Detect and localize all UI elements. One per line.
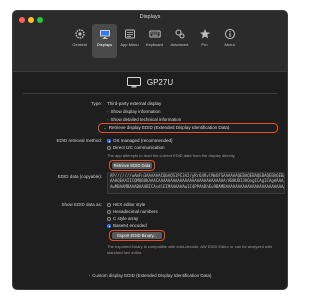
window-title: Displays [139,14,161,20]
radio-unselected-icon [107,145,111,150]
keyboard-icon [148,30,161,38]
show-display-info-label: Show display information [110,109,161,114]
radio-unselected-icon [107,216,111,221]
settings-tabs: General Displays App Menu Keyboard Advan… [67,24,242,60]
tab-label: Keyboard [145,42,164,47]
type-value: Third-party external display [107,101,162,106]
radio-os-managed[interactable]: OS managed (recommended) [107,138,173,143]
tab-displays[interactable]: Displays [92,24,117,58]
tab-label: Displays [96,42,113,47]
tab-label: Advanced [170,42,189,47]
radio-unselected-icon [107,209,111,214]
radio-hex-numbers[interactable]: Hexadecimal numbers [107,209,158,214]
custom-edid-section-label: Custom display EDID (Extended Display Id… [92,273,212,278]
tab-label: Pro [201,42,208,47]
show-display-info-toggle[interactable]: › Show display information [107,109,161,114]
tab-general[interactable]: General [67,24,92,58]
radio-label: HEX editor style [113,202,146,207]
retrieval-note: The app attempts to read the current EDI… [107,153,236,158]
radio-unselected-icon [107,202,111,207]
app-menu-icon [124,29,135,39]
tab-about[interactable]: About [217,24,242,58]
radio-base64[interactable]: Base64 encoded [107,223,147,228]
edid-data-label: EDID data (copyable): [57,174,102,179]
export-note-line1: The exported binary is compatible with e… [107,244,273,249]
type-label: Type: [90,101,102,106]
radio-label: OS managed (recommended) [113,138,173,143]
disclosure-arrow-icon: ⌄ [103,125,107,130]
retrieve-edid-section-toggle[interactable]: ⌄ Retrieve display EDID (Extended Display… [103,125,229,131]
show-detailed-info-toggle[interactable]: › Show detailed technical information [107,117,181,122]
show-edid-label: Show EDID data as: [61,202,102,207]
displays-settings-window: Displays General Displays App Menu Keybo… [12,10,288,290]
radio-label: C style array [113,216,139,221]
custom-edid-section-toggle[interactable]: › Custom display EDID (Extended Display I… [13,273,287,278]
section-divider [23,93,277,94]
radio-c-array[interactable]: C style array [107,216,138,221]
radio-label: Base64 encoded [113,223,147,228]
display-icon [99,30,110,39]
tab-label: App Menu [120,42,139,47]
export-note-line2: standard hex editor. [107,250,143,255]
gear-icon [74,29,85,39]
monitor-header: GP27U [13,75,287,89]
tab-label: About [224,42,235,47]
pro-icon [199,29,210,39]
edid-data-line: AwMBAAMBAAABAAABICAsdlEIMAAAAAAw1I4PPAhD… [110,183,285,189]
tab-label: General [72,42,87,47]
monitor-name: GP27U [146,77,174,87]
tab-app-menu[interactable]: App Menu [117,24,142,58]
disclosure-arrow-icon: › [107,109,109,114]
retrieve-edid-section-label: Retrieve display EDID (Extended Display … [108,125,230,130]
export-edid-binary-button[interactable]: Export EDID Binary... [112,232,162,239]
advanced-icon [174,29,184,39]
disclosure-arrow-icon: › [88,273,91,278]
retrieve-edid-button[interactable]: Retrieve EDID Data [112,162,152,169]
tab-pro[interactable]: Pro [192,24,217,58]
tab-advanced[interactable]: Advanced [167,24,192,58]
title-bar: Displays General Displays App Menu Keybo… [13,11,287,72]
radio-hex-editor[interactable]: HEX editor style [107,202,145,207]
show-detailed-info-label: Show detailed technical information [110,117,182,122]
radio-label: Hexadecimal numbers [113,209,158,214]
disclosure-arrow-icon: › [107,117,109,122]
tab-keyboard[interactable]: Keyboard [142,24,167,58]
monitor-icon [126,76,141,87]
info-icon [224,28,235,40]
edid-data-line: AAAQEAAIICQMQBOKAAACAAAAAAAAAAAAAAAAAAAA… [110,178,285,184]
edid-data-field[interactable]: AP///////wAmFn3AAAAAACQbAQS1PC34J/yRr64R… [107,172,285,194]
radio-direct-i2c[interactable]: Direct I2C communication [107,145,165,150]
retrieval-method-label: EDID retrieval method: [56,138,102,143]
radio-label: Direct I2C communication [113,145,165,150]
radio-selected-icon [107,138,111,143]
radio-selected-icon [107,223,111,228]
